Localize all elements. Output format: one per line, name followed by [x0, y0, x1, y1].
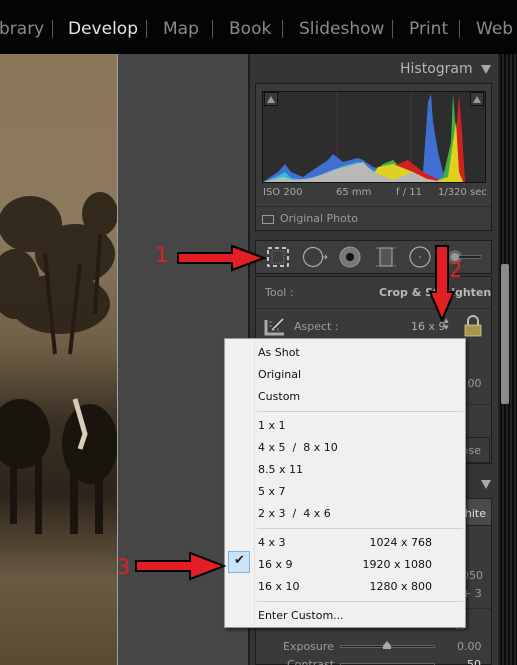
module-separator — [52, 20, 53, 38]
histogram-collapse-icon[interactable] — [481, 65, 491, 74]
aspect-ratio-menu: As Shot Original Custom 1 x 1 4 x 5 / 8 … — [224, 338, 466, 628]
exif-aperture: f / 11 — [396, 187, 422, 198]
menu-item-16x9-resolution: 1920 x 1080 — [362, 558, 433, 571]
red-eye-icon — [339, 246, 361, 268]
graduated-filter-icon — [376, 247, 396, 267]
shadow-clipping-toggle[interactable] — [264, 92, 278, 106]
module-develop[interactable]: Develop — [68, 19, 138, 39]
aspect-label: Aspect : — [294, 320, 339, 333]
spot-removal-tool[interactable] — [302, 246, 330, 268]
module-web[interactable]: Web — [476, 19, 513, 39]
exif-iso: ISO 200 — [263, 187, 303, 198]
menu-item-1x1[interactable]: 1 x 1 — [258, 419, 286, 432]
menu-item-16x10[interactable]: 16 x 10 — [258, 580, 300, 593]
module-slideshow[interactable]: Slideshow — [299, 19, 384, 39]
exif-shutter: 1/320 sec — [438, 187, 487, 198]
annotation-arrow-3 — [135, 551, 226, 581]
original-photo-label: Original Photo — [280, 212, 358, 225]
exposure-value[interactable]: 0.00 — [457, 640, 482, 653]
menu-item-4x3-resolution: 1024 x 768 — [369, 536, 433, 549]
module-separator — [392, 20, 393, 38]
module-library[interactable]: brary — [0, 19, 44, 39]
menu-item-as-shot[interactable]: As Shot — [258, 346, 300, 359]
annotation-number-3: 3 — [117, 555, 131, 579]
highlight-clipping-toggle[interactable] — [470, 92, 484, 106]
lock-icon — [464, 315, 482, 337]
original-photo-checkbox[interactable] — [262, 215, 274, 224]
graduated-filter-tool[interactable] — [375, 246, 397, 268]
checkmark-icon: ✔ — [234, 553, 245, 568]
module-picker: brary Develop Map Book Slideshow Print W… — [0, 0, 517, 53]
module-print[interactable]: Print — [409, 19, 448, 39]
exif-focal-length: 65 mm — [336, 187, 372, 198]
menu-item-4x3[interactable]: 4 x 3 — [258, 536, 286, 549]
original-photo-row[interactable]: Original Photo — [256, 206, 491, 230]
crop-overlay-tool[interactable] — [266, 246, 289, 268]
menu-item-2x3[interactable]: 2 x 3 / 4 x 6 — [258, 507, 331, 520]
sepia-horses-photo — [0, 192, 117, 534]
menu-separator — [257, 601, 463, 602]
contrast-label: Contrast — [287, 658, 335, 665]
crop-icon — [267, 247, 289, 267]
menu-separator — [257, 411, 463, 412]
menu-check-indicator: ✔ — [228, 551, 250, 573]
red-eye-tool[interactable] — [339, 246, 361, 268]
menu-item-16x10-resolution: 1280 x 800 — [369, 580, 433, 593]
menu-gutter — [254, 341, 255, 625]
module-map[interactable]: Map — [163, 19, 199, 39]
aspect-lock-button[interactable] — [463, 315, 483, 341]
annotation-arrow-2 — [428, 245, 456, 322]
menu-item-custom[interactable]: Custom — [258, 390, 300, 403]
spot-removal-icon — [302, 246, 328, 268]
lightroom-develop-window: brary Develop Map Book Slideshow Print W… — [0, 0, 517, 665]
basic-collapse-icon[interactable] — [481, 480, 491, 489]
menu-item-16x9[interactable]: 16 x 9 — [258, 558, 293, 571]
module-separator — [146, 20, 147, 38]
histogram-graph[interactable] — [262, 91, 486, 183]
contrast-value[interactable]: 50 — [467, 658, 481, 665]
histogram-title[interactable]: Histogram — [400, 61, 473, 77]
annotation-number-1: 1 — [155, 243, 169, 267]
histogram-plot — [263, 92, 465, 182]
annotation-arrow-1 — [177, 244, 266, 272]
panel-scrollbar-thumb[interactable] — [501, 264, 509, 404]
menu-item-5x7[interactable]: 5 x 7 — [258, 485, 286, 498]
menu-item-original[interactable]: Original — [258, 368, 301, 381]
module-separator — [282, 20, 283, 38]
menu-item-8-5x11[interactable]: 8.5 x 11 — [258, 463, 303, 476]
photo-preview[interactable] — [0, 54, 117, 665]
straighten-ruler-icon — [264, 318, 284, 336]
menu-item-enter-custom[interactable]: Enter Custom... — [258, 609, 344, 622]
tool-label: Tool : — [265, 286, 294, 299]
menu-item-4x5[interactable]: 4 x 5 / 8 x 10 — [258, 441, 338, 454]
exposure-label: Exposure — [283, 640, 334, 653]
menu-separator — [257, 528, 463, 529]
module-separator — [212, 20, 213, 38]
module-separator — [459, 20, 460, 38]
straighten-tool[interactable] — [264, 316, 286, 340]
module-book[interactable]: Book — [229, 19, 271, 39]
